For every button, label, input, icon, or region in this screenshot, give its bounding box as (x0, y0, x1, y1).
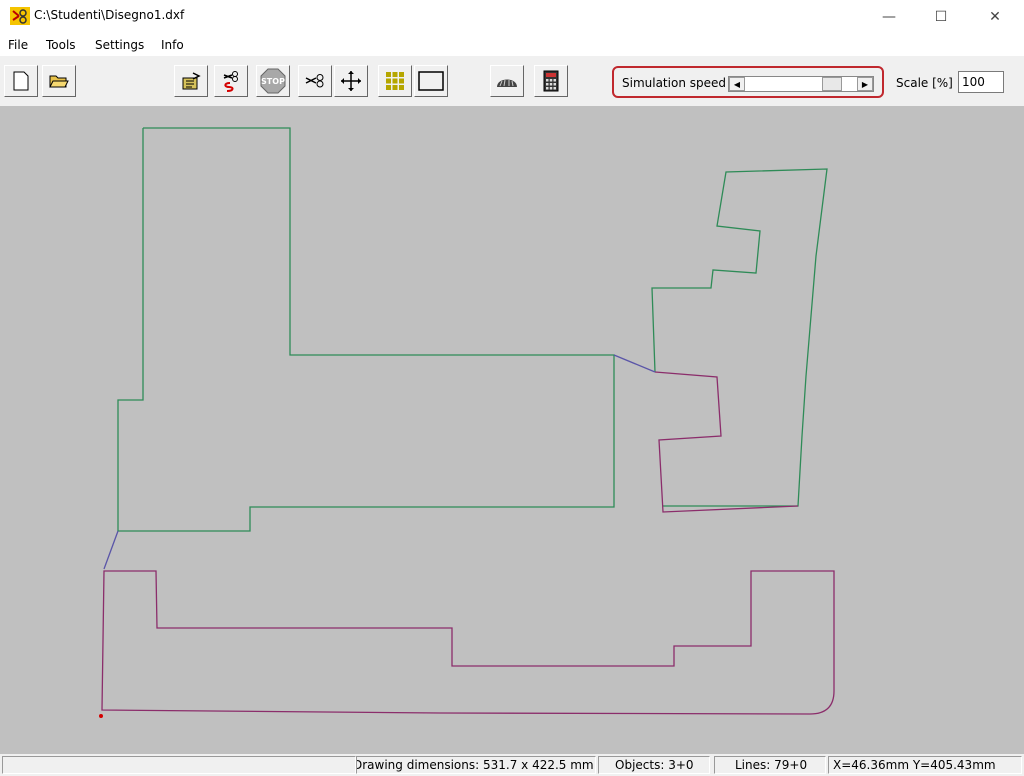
machine-button[interactable] (490, 65, 524, 97)
drawing-canvas[interactable] (0, 106, 1024, 754)
window-title: C:\Studenti\Disegno1.dxf (34, 8, 185, 22)
export-icon (182, 72, 201, 90)
status-drawing-dimensions: Drawing dimensions: 531.7 x 422.5 mm (356, 756, 596, 774)
open-button[interactable] (42, 65, 76, 97)
status-objects: Objects: 3+0 (598, 756, 710, 774)
status-lines: Lines: 79+0 (714, 756, 826, 774)
blue-connector-upper (613, 354, 656, 373)
new-button[interactable] (4, 65, 38, 97)
move-button[interactable] (334, 65, 368, 97)
status-coordinates: X=46.36mm Y=405.43mm (828, 756, 1022, 774)
status-panel-empty (2, 756, 356, 774)
grid-button[interactable] (378, 65, 412, 97)
menu-settings[interactable]: Settings (95, 38, 144, 52)
scissors-button[interactable] (298, 65, 332, 97)
cut-path-button[interactable] (214, 65, 248, 97)
menu-tools[interactable]: Tools (46, 38, 76, 52)
green-contour-right (651, 168, 828, 507)
scale-label: Scale [%] (896, 76, 953, 90)
stop-icon: STOP (260, 68, 286, 94)
status-bar: Drawing dimensions: 531.7 x 422.5 mm Obj… (0, 754, 1024, 776)
close-button[interactable]: ✕ (972, 0, 1018, 34)
calculator-button[interactable] (534, 65, 568, 97)
simulation-speed-label: Simulation speed (622, 76, 726, 90)
minimize-button[interactable]: — (866, 0, 912, 34)
title-bar: C:\Studenti\Disegno1.dxf — ☐ ✕ (0, 0, 1024, 34)
app-icon (10, 7, 30, 25)
move-arrows-icon (341, 71, 361, 91)
scale-input[interactable] (958, 71, 1004, 93)
maximize-button[interactable]: ☐ (918, 0, 964, 34)
green-contour-left (117, 127, 615, 532)
cut-path-icon (223, 71, 238, 92)
frame-button[interactable] (414, 65, 448, 97)
menu-file[interactable]: File (8, 38, 28, 52)
slider-right-arrow-icon[interactable]: ▶ (857, 77, 873, 91)
calculator-icon (543, 70, 559, 92)
purple-contour-right (654, 371, 799, 513)
slider-thumb[interactable] (822, 77, 842, 91)
stop-label: STOP (261, 77, 285, 86)
machine-icon (497, 79, 517, 87)
open-folder-icon (49, 75, 69, 88)
toolbar: STOP Simulation speed ◀ ▶ Scale [%] (0, 56, 1024, 106)
slider-left-arrow-icon[interactable]: ◀ (729, 77, 745, 91)
new-document-icon (13, 71, 29, 91)
blue-connector-lower (103, 530, 119, 570)
simulation-speed-slider[interactable]: ◀ ▶ (728, 76, 874, 92)
simulation-speed-group: Simulation speed ◀ ▶ (612, 66, 884, 98)
menu-info[interactable]: Info (161, 38, 184, 52)
export-button[interactable] (174, 65, 208, 97)
start-point-marker (99, 714, 103, 718)
frame-icon (418, 71, 444, 91)
menu-bar: File Tools Settings Info (0, 34, 1024, 56)
scissors-icon (305, 74, 324, 88)
grid-icon (386, 72, 404, 90)
drawing-svg (99, 127, 835, 718)
purple-contour-bottom (101, 570, 835, 715)
stop-button[interactable]: STOP (256, 65, 290, 97)
